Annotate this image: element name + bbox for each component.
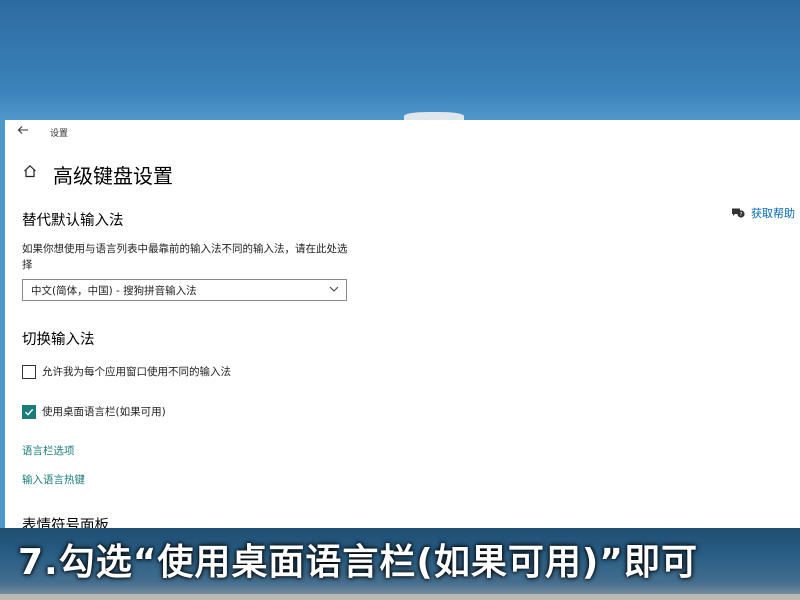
- home-icon[interactable]: [23, 164, 37, 178]
- checkbox-row-desktop-language-bar: 使用桌面语言栏(如果可用): [22, 404, 166, 419]
- section-title-default-ime: 替代默认输入法: [22, 213, 124, 229]
- dropdown-selected-value: 中文(简体，中国) - 搜狗拼音输入法: [31, 285, 197, 297]
- chat-help-icon: ?: [732, 208, 745, 218]
- per-app-ime-label: 允许我为每个应用窗口使用不同的输入法: [42, 366, 231, 378]
- checkmark-icon: [25, 408, 34, 416]
- default-ime-dropdown[interactable]: 中文(简体，中国) - 搜狗拼音输入法: [22, 279, 347, 301]
- section-title-emoji-panel: 表情符号面板: [22, 518, 109, 528]
- default-ime-description: 如果你想使用与语言列表中最靠前的输入法不同的输入法，请在此处选择: [22, 243, 348, 271]
- desktop-language-bar-checkbox[interactable]: [22, 404, 36, 419]
- checkbox-row-per-app-ime: 允许我为每个应用窗口使用不同的输入法: [22, 364, 231, 379]
- back-button[interactable]: [15, 124, 31, 140]
- get-help-label: 获取帮助: [751, 207, 795, 220]
- section-title-switch-ime: 切换输入法: [22, 332, 95, 348]
- page-title: 高级键盘设置: [53, 164, 173, 188]
- back-arrow-icon: [17, 126, 28, 134]
- get-help-link[interactable]: ? 获取帮助: [731, 205, 795, 221]
- desktop-language-bar-label: 使用桌面语言栏(如果可用): [42, 406, 166, 418]
- window-title: 设置: [50, 129, 69, 139]
- input-language-hotkeys-link[interactable]: 输入语言热键: [22, 472, 85, 487]
- settings-window: 设置 高级键盘设置 ? 获取帮助 替代默认输入法 如果你想使用与语言列表中最靠前…: [5, 120, 800, 528]
- chevron-down-icon: [329, 286, 339, 292]
- caption-bottom-strip: [0, 594, 800, 600]
- tutorial-caption: 7.勾选“使用桌面语言栏(如果可用)”即可: [18, 542, 698, 583]
- title-bar: 设置: [5, 120, 800, 144]
- per-app-ime-checkbox[interactable]: [22, 364, 36, 379]
- language-bar-options-link[interactable]: 语言栏选项: [22, 443, 75, 458]
- svg-text:?: ?: [740, 212, 743, 218]
